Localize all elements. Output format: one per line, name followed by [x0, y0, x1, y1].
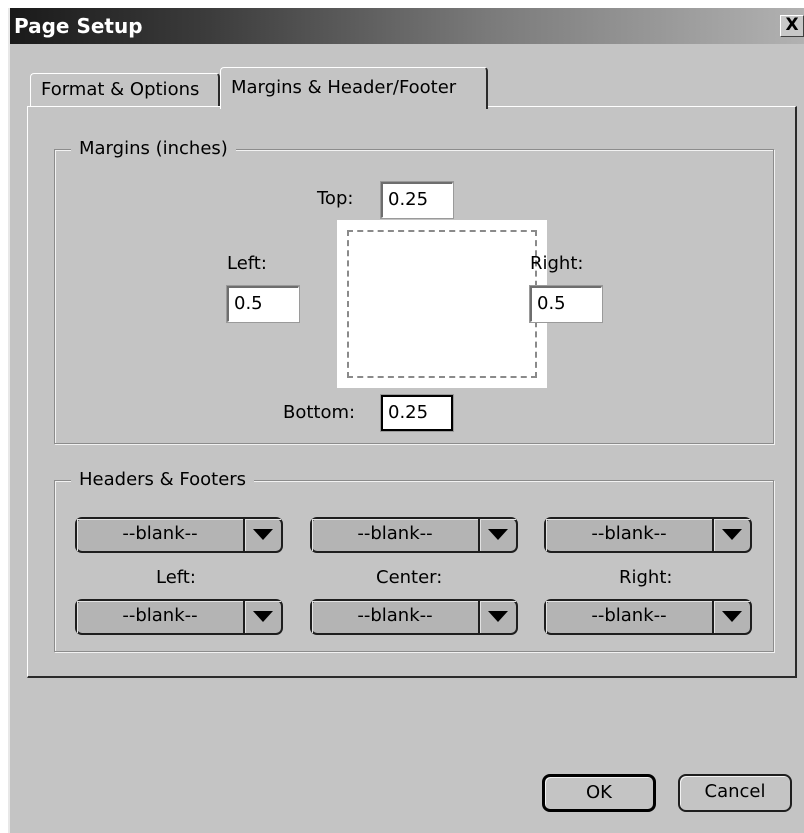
close-icon: X: [785, 15, 799, 35]
tab-margins-header-footer[interactable]: Margins & Header/Footer: [220, 67, 488, 109]
footer-right-value: --blank--: [546, 601, 714, 633]
header-center-value: --blank--: [312, 519, 480, 551]
margins-preview-border: [347, 230, 537, 378]
right-label: Right:: [530, 253, 584, 274]
top-label: Top:: [317, 188, 354, 209]
chevron-down-icon[interactable]: [480, 601, 516, 633]
margins-legend: Margins (inches): [71, 138, 236, 159]
footer-center-select[interactable]: --blank--: [310, 599, 518, 635]
tab-format-options[interactable]: Format & Options: [30, 73, 220, 107]
chevron-down-icon[interactable]: [480, 519, 516, 551]
bottom-label: Bottom:: [283, 402, 356, 423]
right-margin-input[interactable]: 0.5: [530, 286, 602, 322]
left-column-label: Left:: [156, 567, 196, 588]
tab-label: Margins & Header/Footer: [231, 77, 457, 98]
top-margin-input[interactable]: 0.25: [381, 182, 453, 218]
tab-label: Format & Options: [41, 79, 200, 100]
ok-button[interactable]: OK: [542, 774, 656, 812]
footer-left-value: --blank--: [77, 601, 245, 633]
margins-group: Margins (inches) Top: 0.25 Left: 0.5 Rig…: [54, 138, 774, 444]
bottom-margin-input[interactable]: 0.25: [381, 395, 453, 431]
cancel-button[interactable]: Cancel: [678, 774, 792, 812]
header-left-value: --blank--: [77, 519, 245, 551]
right-column-label: Right:: [619, 567, 673, 588]
chevron-down-icon[interactable]: [245, 519, 281, 551]
center-column-label: Center:: [376, 567, 443, 588]
margins-preview: [337, 220, 547, 388]
headers-footers-legend: Headers & Footers: [71, 469, 255, 490]
close-button[interactable]: X: [780, 15, 804, 37]
header-right-select[interactable]: --blank--: [544, 517, 752, 553]
chevron-down-icon[interactable]: [245, 601, 281, 633]
footer-right-select[interactable]: --blank--: [544, 599, 752, 635]
dialog-title: Page Setup: [14, 14, 143, 38]
headers-footers-group: Headers & Footers --blank-- --blank-- --…: [54, 469, 774, 652]
header-center-select[interactable]: --blank--: [310, 517, 518, 553]
footer-left-select[interactable]: --blank--: [75, 599, 283, 635]
header-left-select[interactable]: --blank--: [75, 517, 283, 553]
header-right-value: --blank--: [546, 519, 714, 551]
chevron-down-icon[interactable]: [714, 601, 750, 633]
page-setup-dialog: Page Setup X Format & Options Margins & …: [8, 8, 804, 833]
chevron-down-icon[interactable]: [714, 519, 750, 551]
title-bar[interactable]: Page Setup X: [10, 8, 804, 44]
left-margin-input[interactable]: 0.5: [227, 286, 299, 322]
tab-panel-margins: Margins (inches) Top: 0.25 Left: 0.5 Rig…: [27, 106, 797, 678]
left-label: Left:: [227, 253, 267, 274]
footer-center-value: --blank--: [312, 601, 480, 633]
